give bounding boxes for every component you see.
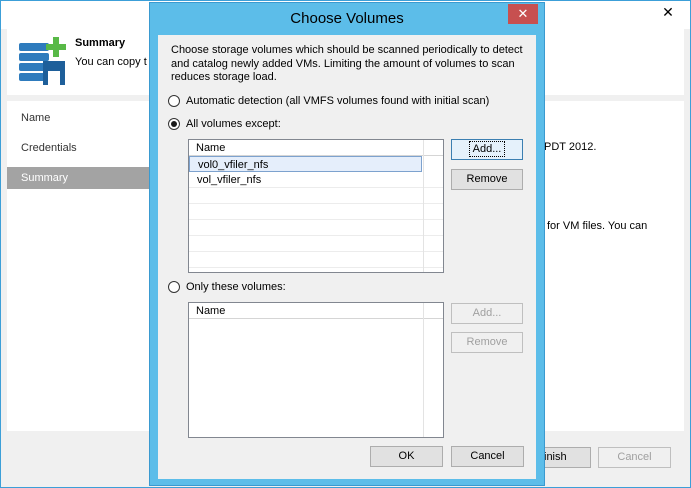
radio-only-these-volumes[interactable]: Only these volumes:: [168, 279, 286, 295]
summary-text-fragment: PDT 2012.: [544, 141, 597, 153]
list-column-header[interactable]: Name: [189, 140, 443, 156]
list-item[interactable]: vol_vfiler_nfs: [189, 172, 443, 188]
wizard-content: PDT 2012. for VM files. You can: [541, 101, 684, 431]
column-divider: [423, 303, 424, 437]
remove-only-volume-button[interactable]: Remove: [451, 332, 523, 353]
list-column-header[interactable]: Name: [189, 303, 443, 319]
column-divider: [423, 140, 424, 272]
wizard-step-name[interactable]: Name: [7, 107, 151, 129]
radio-all-volumes-except[interactable]: All volumes except:: [168, 116, 281, 132]
radio-label: Only these volumes:: [186, 281, 286, 293]
except-volumes-list[interactable]: Name vol0_vfiler_nfs vol_vfiler_nfs: [188, 139, 444, 273]
wizard-close-button[interactable]: ✕: [651, 1, 685, 23]
dialog-title: Choose Volumes: [290, 10, 404, 27]
add-volume-button[interactable]: Add...: [451, 139, 523, 160]
wizard-cancel-button[interactable]: Cancel: [598, 447, 671, 468]
only-volumes-list[interactable]: Name: [188, 302, 444, 438]
ok-button[interactable]: OK: [370, 446, 443, 467]
wizard-step-credentials[interactable]: Credentials: [7, 137, 151, 159]
radio-button[interactable]: [168, 281, 180, 293]
radio-automatic-detection[interactable]: Automatic detection (all VMFS volumes fo…: [168, 93, 489, 109]
wizard-steps: Name Credentials Summary: [7, 101, 151, 431]
choose-volumes-dialog: Choose Volumes ✕ Choose storage volumes …: [149, 2, 545, 486]
storage-add-icon: [19, 37, 66, 85]
list-empty-row: [189, 220, 443, 236]
wizard-header-subtitle: You can copy t: [75, 56, 147, 68]
list-empty-row: [189, 204, 443, 220]
dialog-close-button[interactable]: ✕: [508, 4, 538, 24]
radio-label: All volumes except:: [186, 118, 281, 130]
summary-text-fragment: for VM files. You can: [547, 220, 648, 232]
cancel-button[interactable]: Cancel: [451, 446, 524, 467]
radio-button[interactable]: [168, 95, 180, 107]
list-empty-row: [189, 252, 443, 268]
wizard-header-title: Summary: [75, 37, 126, 49]
radio-label: Automatic detection (all VMFS volumes fo…: [186, 95, 490, 107]
list-empty-row: [189, 236, 443, 252]
wizard-step-summary[interactable]: Summary: [7, 167, 151, 189]
finish-button[interactable]: inish: [541, 447, 591, 468]
list-empty-row: [189, 188, 443, 204]
list-item[interactable]: vol0_vfiler_nfs: [189, 156, 422, 172]
remove-volume-button[interactable]: Remove: [451, 169, 523, 190]
add-only-volume-button[interactable]: Add...: [451, 303, 523, 324]
dialog-body: Choose storage volumes which should be s…: [158, 35, 536, 479]
radio-button-checked[interactable]: [168, 118, 180, 130]
dialog-description: Choose storage volumes which should be s…: [171, 44, 523, 83]
